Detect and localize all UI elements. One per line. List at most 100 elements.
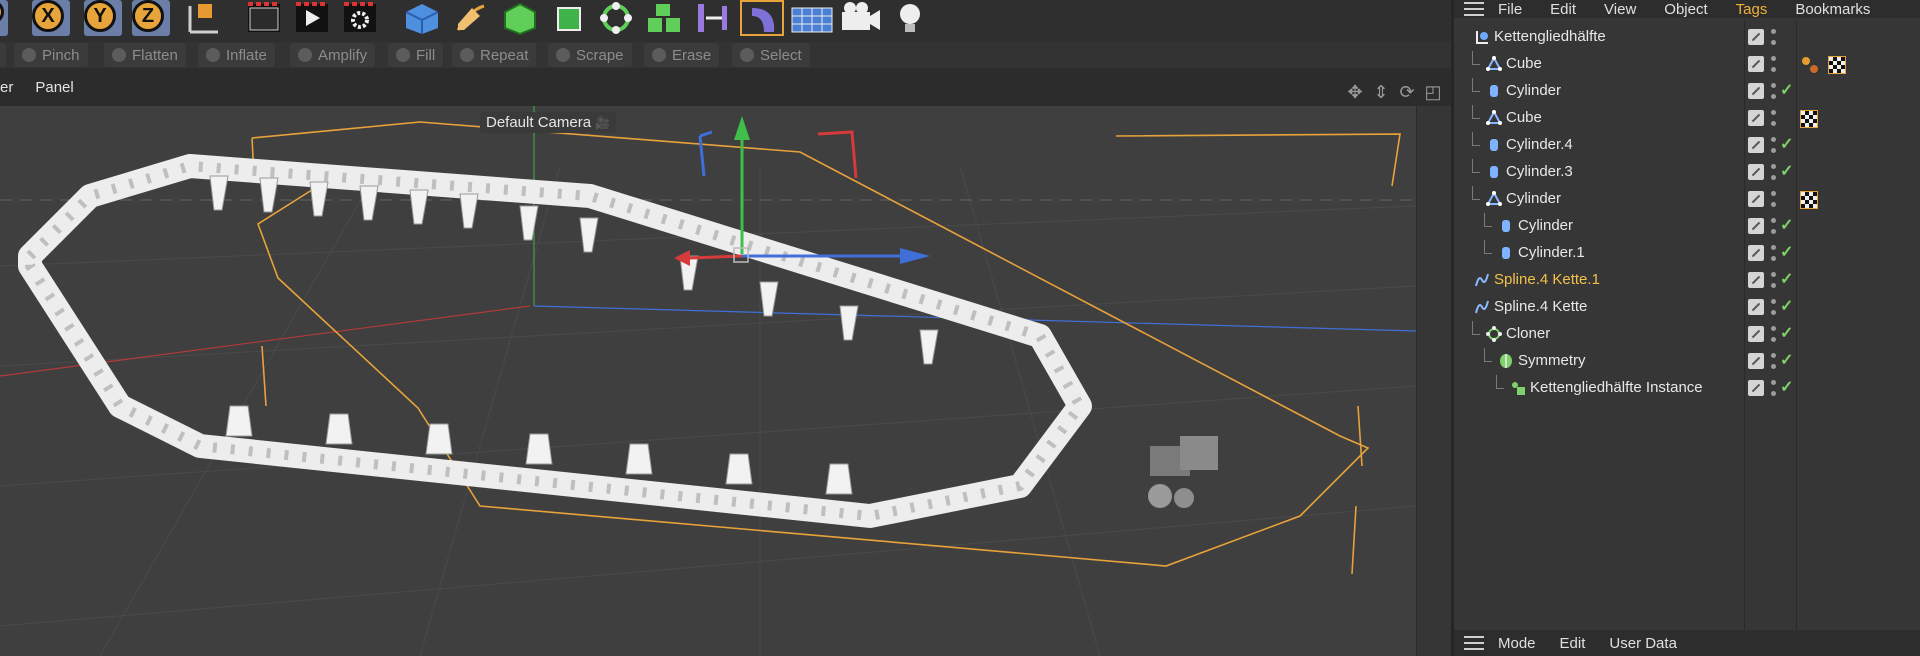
enabled-checkmark-icon[interactable]: ✓: [1780, 350, 1793, 370]
menu-user-data[interactable]: User Data: [1609, 635, 1677, 652]
hamburger-menu-icon[interactable]: [1464, 636, 1484, 650]
editor-render-visibility-dots[interactable]: [1770, 272, 1776, 288]
editor-render-visibility-dots[interactable]: [1770, 164, 1776, 180]
enabled-checkmark-icon[interactable]: ✓: [1780, 296, 1793, 316]
render-to-picture-viewer-icon[interactable]: [292, 0, 332, 36]
extrude-icon[interactable]: [548, 0, 588, 36]
layer-visibility-toggle[interactable]: [1748, 353, 1764, 369]
pen-spline-icon[interactable]: [450, 0, 490, 36]
layer-visibility-toggle[interactable]: [1748, 137, 1764, 153]
editor-render-visibility-dots[interactable]: [1770, 245, 1776, 261]
viewport-menu-filter[interactable]: er: [0, 79, 13, 96]
pinch-button[interactable]: Pinch: [14, 43, 88, 67]
partial-tool-icon[interactable]: [0, 0, 8, 36]
inflate-button[interactable]: Inflate: [198, 43, 275, 67]
erase-button[interactable]: Erase: [644, 43, 720, 67]
partial-sculpt-button[interactable]: [0, 43, 6, 67]
layer-visibility-toggle[interactable]: [1748, 164, 1764, 180]
checker-tag-icon[interactable]: [1828, 56, 1846, 74]
3d-viewport[interactable]: Default Camera 🎥: [0, 106, 1416, 656]
material-dots-tag-icon[interactable]: [1800, 55, 1820, 75]
mograph-cubes-icon[interactable]: [644, 0, 684, 36]
coordinate-system-icon[interactable]: [182, 0, 224, 36]
object-row[interactable]: Cylinder.3 ✓: [1454, 159, 1920, 186]
object-row[interactable]: Kettengliedhälfte: [1454, 24, 1920, 51]
menu-view[interactable]: View: [1604, 1, 1636, 18]
menu-file[interactable]: File: [1498, 1, 1522, 18]
enabled-checkmark-icon[interactable]: ✓: [1780, 269, 1793, 289]
menu-edit-attributes[interactable]: Edit: [1560, 635, 1586, 652]
select-button[interactable]: Select: [732, 43, 810, 67]
object-row[interactable]: Cube: [1454, 51, 1920, 78]
object-row[interactable]: Cylinder: [1454, 186, 1920, 213]
floor-grid-icon[interactable]: [790, 0, 834, 36]
enabled-checkmark-icon[interactable]: ✓: [1780, 323, 1793, 343]
enabled-checkmark-icon[interactable]: ✓: [1780, 242, 1793, 262]
menu-edit[interactable]: Edit: [1550, 1, 1576, 18]
cube-icon[interactable]: [402, 0, 442, 36]
object-row[interactable]: Cloner ✓: [1454, 321, 1920, 348]
checker-tag-icon[interactable]: [1800, 110, 1818, 128]
z-axis-lock-button[interactable]: Z: [132, 0, 170, 36]
object-row[interactable]: Cylinder ✓: [1454, 213, 1920, 240]
editor-render-visibility-dots[interactable]: [1770, 380, 1776, 396]
editor-render-visibility-dots[interactable]: [1770, 326, 1776, 342]
layer-visibility-toggle[interactable]: [1748, 83, 1764, 99]
light-bulb-icon[interactable]: [890, 0, 930, 36]
editor-render-visibility-dots[interactable]: [1770, 56, 1776, 72]
object-row[interactable]: Cylinder.4 ✓: [1454, 132, 1920, 159]
render-settings-icon[interactable]: [340, 0, 380, 36]
maximize-view-icon[interactable]: ◰: [1421, 80, 1445, 104]
subdivision-surface-icon[interactable]: [500, 0, 540, 36]
editor-render-visibility-dots[interactable]: [1770, 83, 1776, 99]
layer-visibility-toggle[interactable]: [1748, 299, 1764, 315]
enabled-checkmark-icon[interactable]: ✓: [1780, 215, 1793, 235]
fill-button[interactable]: Fill: [388, 43, 444, 67]
enabled-checkmark-icon[interactable]: ✓: [1780, 161, 1793, 181]
menu-tags[interactable]: Tags: [1736, 1, 1768, 18]
render-view-icon[interactable]: [244, 0, 284, 36]
editor-render-visibility-dots[interactable]: [1770, 218, 1776, 234]
layer-visibility-toggle[interactable]: [1748, 272, 1764, 288]
checker-tag-icon[interactable]: [1800, 191, 1818, 209]
flatten-button[interactable]: Flatten: [104, 43, 186, 67]
layer-visibility-toggle[interactable]: [1748, 218, 1764, 234]
menu-bookmarks[interactable]: Bookmarks: [1795, 1, 1870, 18]
hamburger-menu-icon[interactable]: [1464, 2, 1484, 16]
camera-label[interactable]: Default Camera 🎥: [480, 112, 616, 133]
object-row[interactable]: Spline.4 Kette ✓: [1454, 294, 1920, 321]
camera-icon[interactable]: [840, 0, 884, 36]
scrape-button[interactable]: Scrape: [548, 43, 632, 67]
layer-visibility-toggle[interactable]: [1748, 29, 1764, 45]
zoom-view-icon[interactable]: ⇕: [1369, 80, 1393, 104]
layer-visibility-toggle[interactable]: [1748, 245, 1764, 261]
object-row[interactable]: Cube: [1454, 105, 1920, 132]
menu-object[interactable]: Object: [1664, 1, 1707, 18]
object-row[interactable]: Cylinder ✓: [1454, 78, 1920, 105]
repeat-button[interactable]: Repeat: [452, 43, 537, 67]
editor-render-visibility-dots[interactable]: [1770, 29, 1776, 45]
layer-visibility-toggle[interactable]: [1748, 110, 1764, 126]
menu-mode[interactable]: Mode: [1498, 635, 1536, 652]
editor-render-visibility-dots[interactable]: [1770, 353, 1776, 369]
object-row[interactable]: Spline.4 Kette.1 ✓: [1454, 267, 1920, 294]
editor-render-visibility-dots[interactable]: [1770, 137, 1776, 153]
deformer-active-icon[interactable]: [740, 0, 784, 36]
object-row[interactable]: Symmetry ✓: [1454, 348, 1920, 375]
deformer-bend-icon[interactable]: [692, 0, 732, 36]
layer-visibility-toggle[interactable]: [1748, 380, 1764, 396]
layer-visibility-toggle[interactable]: [1748, 56, 1764, 72]
editor-render-visibility-dots[interactable]: [1770, 110, 1776, 126]
object-row[interactable]: Cylinder.1 ✓: [1454, 240, 1920, 267]
x-axis-lock-button[interactable]: X: [32, 0, 70, 36]
viewport-menu-panel[interactable]: Panel: [35, 79, 73, 96]
layer-visibility-toggle[interactable]: [1748, 191, 1764, 207]
y-axis-lock-button[interactable]: Y: [84, 0, 122, 36]
editor-render-visibility-dots[interactable]: [1770, 299, 1776, 315]
enabled-checkmark-icon[interactable]: ✓: [1780, 134, 1793, 154]
editor-render-visibility-dots[interactable]: [1770, 191, 1776, 207]
enabled-checkmark-icon[interactable]: ✓: [1780, 377, 1793, 397]
cloner-icon[interactable]: [596, 0, 636, 36]
object-row[interactable]: Kettengliedhälfte Instance ✓: [1454, 375, 1920, 402]
amplify-button[interactable]: Amplify: [290, 43, 376, 67]
